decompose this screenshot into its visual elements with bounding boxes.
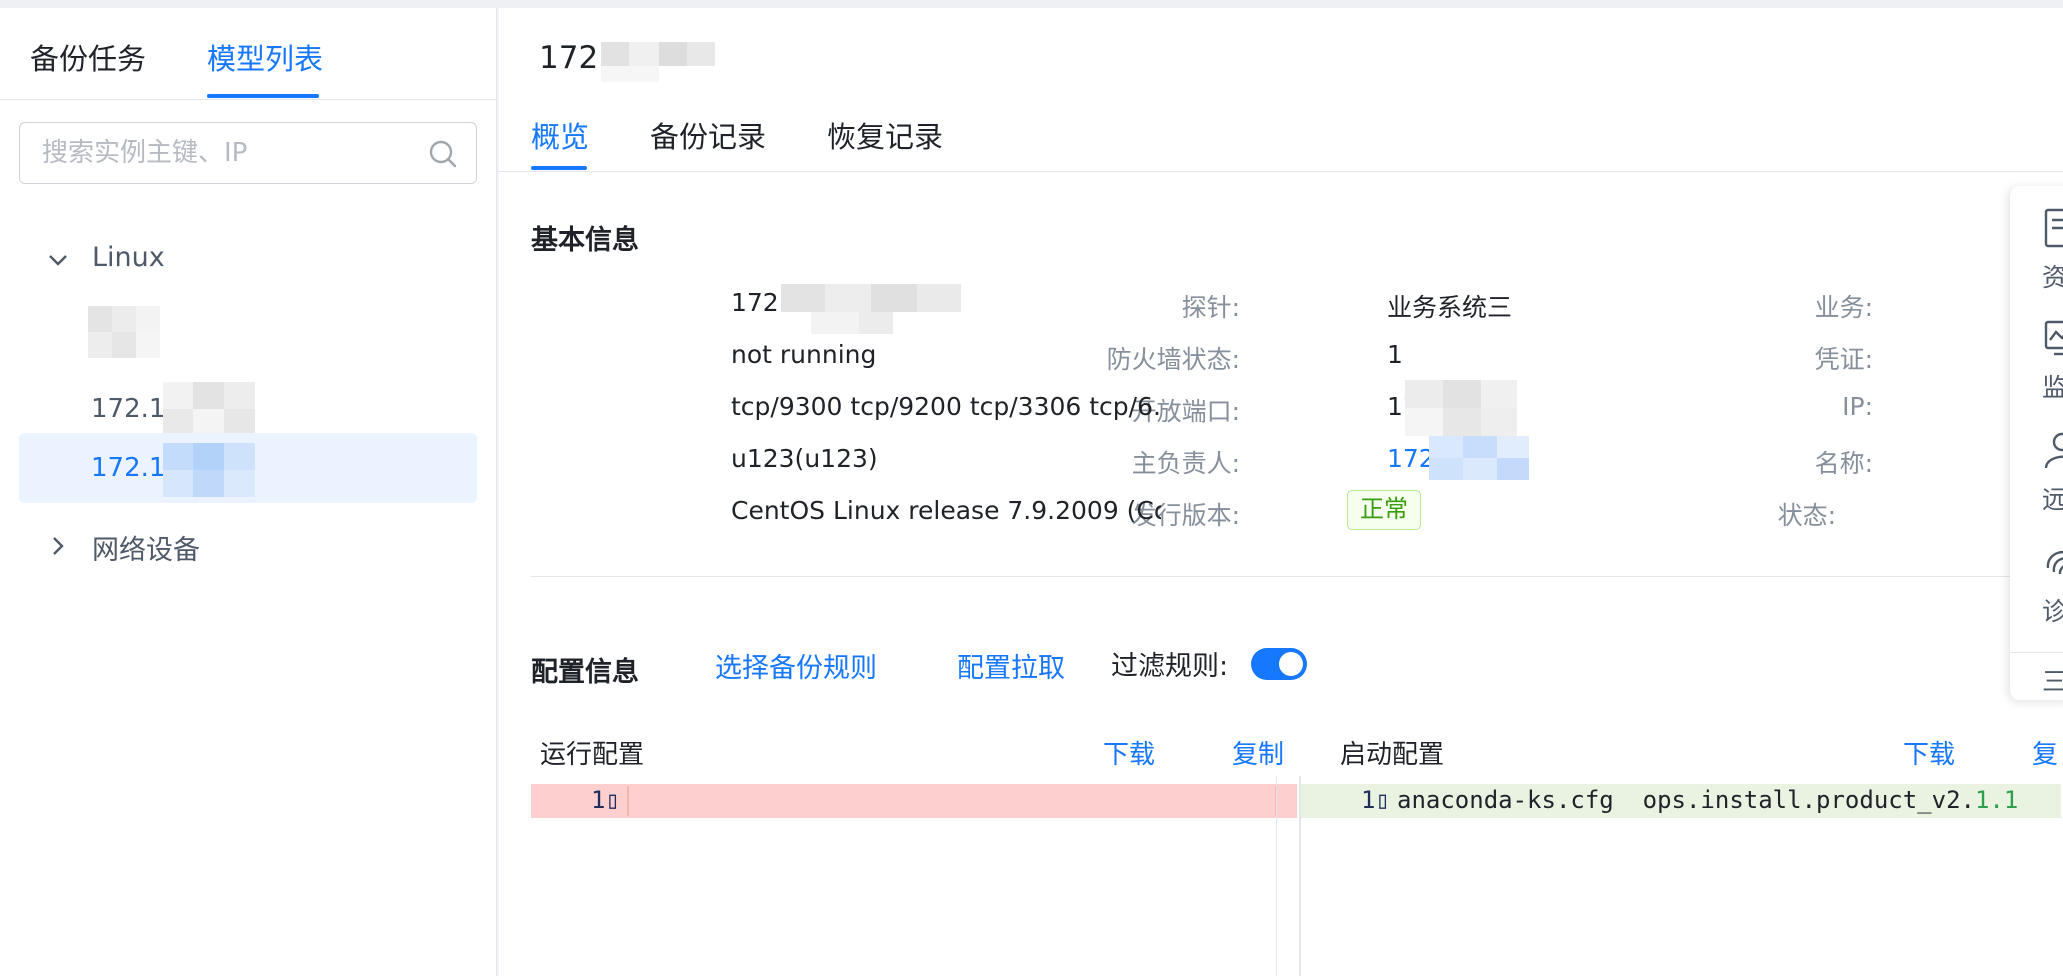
section-divider [531,576,2031,577]
masked-ip [163,443,255,497]
toolbar-item-label: 监 [2042,373,2063,402]
os-release-value: CentOS Linux release 7.9.2009 (Co... [731,496,1161,525]
toolbar-item-remote[interactable]: 远程 [2010,418,2063,528]
toolbar-item-label: 诊 [2042,597,2063,626]
floating-toolbar: 资 监 远程 诊 三 [2010,186,2063,700]
chevron-down-icon [49,255,67,266]
main-panel: 172. 概览 备份记录 恢复记录 基本信息 探针: 172. nline 防火… [499,8,2063,976]
startup-config-download-link[interactable]: 下载 [1903,734,1955,771]
active-tab-indicator [207,94,319,98]
asset-icon [2044,208,2063,248]
credential-value: 1 [1387,340,1403,369]
ip-label: IP: [1842,392,1873,421]
toolbar-divider [2010,652,2063,653]
basic-info-heading: 基本信息 [531,225,639,256]
toolbar-item-asset[interactable]: 资 [2010,196,2063,306]
toolbar-item-diagnose[interactable]: 诊 [2010,530,2063,640]
filter-rule-label: 过滤规则: [1111,651,1229,682]
status-label: 状态: [1777,501,1836,530]
instance-title: 172. [539,40,609,76]
name-label: 名称: [1814,449,1873,478]
status-badge: 正常 [1347,490,1421,530]
main-tabs: 概览 备份记录 恢复记录 [499,100,2063,172]
masked-title [601,42,715,82]
code-number: 1.1 [1974,786,2019,814]
masked-tree-item [88,306,160,358]
tree-node-network-devices[interactable]: 网络设备 [0,516,497,576]
chevron-right-icon [53,537,64,555]
toggle-knob [1279,652,1303,676]
credential-label: 凭证: [1814,345,1873,374]
probe-label: 探针: [1181,293,1240,322]
startup-config-copy-link[interactable]: 复 [2032,734,2058,771]
running-config-download-link[interactable]: 下载 [1103,734,1155,771]
tab-restore-records[interactable]: 恢复记录 [827,114,943,156]
tab-model-list[interactable]: 模型列表 [207,36,323,78]
tree-node-label: Linux [92,242,165,273]
pull-config-link[interactable]: 配置拉取 [957,646,1065,685]
masked-ip [1405,380,1517,436]
line-number: 1▯ [591,786,620,814]
code-line: anaconda-ks.cfg ops.install.product_v2.1… [1397,786,2018,814]
search-box [19,122,477,184]
config-info-heading: 配置信息 [531,657,639,688]
tab-backup-tasks[interactable]: 备份任务 [30,36,146,78]
firewall-status-value: not running [731,340,877,369]
select-backup-rule-link[interactable]: 选择备份规则 [715,646,877,685]
startup-config-editor[interactable]: 1▯ anaconda-ks.cfg ops.install.product_v… [1299,776,2063,976]
toolbar-more-icon[interactable]: 三 [2042,662,2063,698]
filter-rule-toggle[interactable] [1251,648,1307,680]
masked-ip [163,382,255,436]
user-icon [2044,432,2063,469]
toolbar-item-monitor[interactable]: 监 [2010,306,2063,416]
tree-node-linux[interactable]: Linux [0,230,497,290]
editor-gutter [1276,776,1277,976]
diff-row-added: 1▯ anaconda-ks.cfg ops.install.product_v… [1301,784,2061,818]
tree-leaf-instance-selected[interactable]: 172.1( [19,433,477,503]
code-line [627,786,1277,816]
open-ports-value: tcp/9300 tcp/9200 tcp/3306 tcp/6... [731,392,1161,421]
business-label: 业务: [1814,293,1873,322]
masked-probe [781,284,961,340]
code-text: anaconda-ks.cfg ops.install.product_v2. [1397,786,1975,814]
tree-node-label: 网络设备 [92,535,200,566]
toolbar-item-label: 资 [2042,263,2063,292]
diff-row-removed: 1▯ [531,784,1297,818]
fingerprint-icon [2046,550,2063,575]
tab-overview[interactable]: 概览 [531,114,589,156]
owner-value: u123(u123) [731,444,878,473]
running-config-copy-link[interactable]: 复制 [1232,734,1284,771]
left-panel: 备份任务 模型列表 Linux 172.1( [0,8,497,976]
monitor-icon [2044,320,2063,356]
top-strip [0,0,2063,8]
business-value: 业务系统三 [1387,293,1513,322]
active-tab-indicator [531,166,587,170]
running-config-editor[interactable]: 1▯ [531,776,1297,976]
tab-backup-records[interactable]: 备份记录 [650,114,766,156]
masked-name [1429,436,1529,480]
search-icon[interactable] [428,139,458,169]
search-input[interactable] [42,133,422,173]
line-number: 1▯ [1361,786,1390,814]
running-config-title: 运行配置 [540,740,645,770]
left-tabs: 备份任务 模型列表 [0,8,496,100]
toolbar-item-label: 远程 [2042,485,2063,514]
startup-config-title: 启动配置 [1340,740,1445,770]
